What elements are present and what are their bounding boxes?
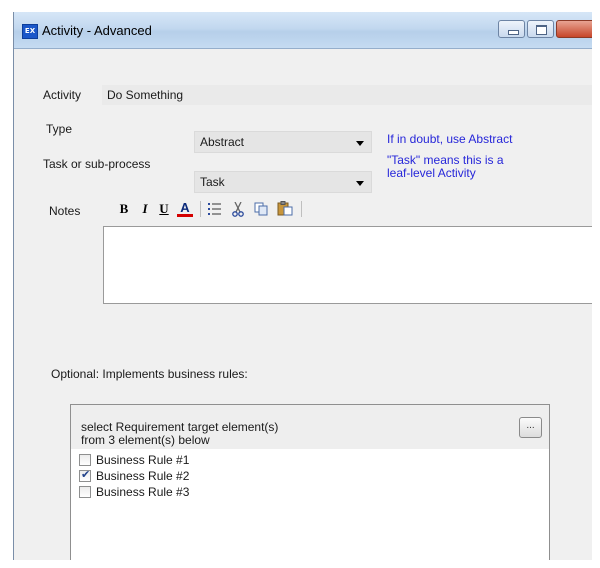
- task-hint-line2: leaf-level Activity: [387, 166, 476, 180]
- paste-button[interactable]: [276, 200, 294, 218]
- notes-label: Notes: [49, 204, 81, 218]
- task-label: Task or sub-process: [43, 157, 151, 171]
- rule-label: Business Rule #3: [96, 485, 190, 499]
- type-label: Type: [46, 122, 73, 136]
- chevron-down-icon: [356, 181, 364, 186]
- task-select[interactable]: Task: [194, 171, 372, 193]
- activity-label: Activity: [43, 88, 82, 102]
- italic-button[interactable]: I: [139, 200, 151, 218]
- type-hint: If in doubt, use Abstract: [387, 132, 513, 146]
- type-select[interactable]: Abstract: [194, 131, 372, 153]
- dialog-content: Activity Do Something Type Abstract If i…: [14, 49, 592, 560]
- maximize-icon: [536, 25, 547, 35]
- dialog-window: EX Activity - Advanced Activity Do Somet…: [13, 12, 592, 560]
- type-select-value: Abstract: [200, 135, 245, 149]
- rules-instruction-line2: from 3 element(s) below: [81, 433, 210, 447]
- checkbox[interactable]: [79, 486, 91, 498]
- checkmark-icon: ✔: [81, 468, 91, 481]
- activity-field[interactable]: Do Something: [102, 85, 592, 105]
- underline-button[interactable]: U: [157, 200, 171, 218]
- maximize-button[interactable]: [527, 20, 554, 38]
- checkbox[interactable]: ✔: [79, 468, 91, 482]
- copy-button[interactable]: [253, 200, 269, 218]
- window-title: Activity - Advanced: [42, 23, 152, 38]
- task-hint: "Task" means this is a leaf-level Activi…: [387, 154, 504, 180]
- close-button[interactable]: [556, 20, 592, 38]
- rules-header: select Requirement target element(s) fro…: [71, 405, 549, 449]
- app-icon: EX: [22, 24, 38, 39]
- rules-instruction: select Requirement target element(s) fro…: [81, 421, 278, 447]
- minimize-icon: [508, 30, 519, 35]
- cut-button[interactable]: [230, 200, 246, 218]
- task-select-value: Task: [200, 175, 225, 189]
- browse-button[interactable]: ...: [519, 417, 542, 438]
- notes-editor[interactable]: [103, 226, 592, 304]
- toolbar-separator: [301, 201, 302, 217]
- copy-icon: [254, 202, 267, 216]
- bold-button[interactable]: B: [117, 200, 131, 218]
- chevron-down-icon: [356, 141, 364, 146]
- toolbar-separator: [200, 201, 201, 217]
- scissors-icon: [232, 201, 244, 217]
- rules-section-label: Optional: Implements business rules:: [51, 367, 248, 381]
- paste-icon: [277, 201, 293, 216]
- rule-label: Business Rule #1: [96, 453, 190, 467]
- minimize-button[interactable]: [498, 20, 525, 38]
- title-bar[interactable]: EX Activity - Advanced: [14, 12, 592, 49]
- notes-toolbar: B I U A: [117, 197, 592, 221]
- font-color-button[interactable]: A: [177, 200, 193, 217]
- checkbox[interactable]: [79, 454, 91, 466]
- bullet-list-icon: [208, 203, 221, 215]
- rule-label: Business Rule #2: [96, 469, 190, 483]
- rules-group: select Requirement target element(s) fro…: [70, 404, 550, 560]
- list-button[interactable]: [207, 200, 223, 218]
